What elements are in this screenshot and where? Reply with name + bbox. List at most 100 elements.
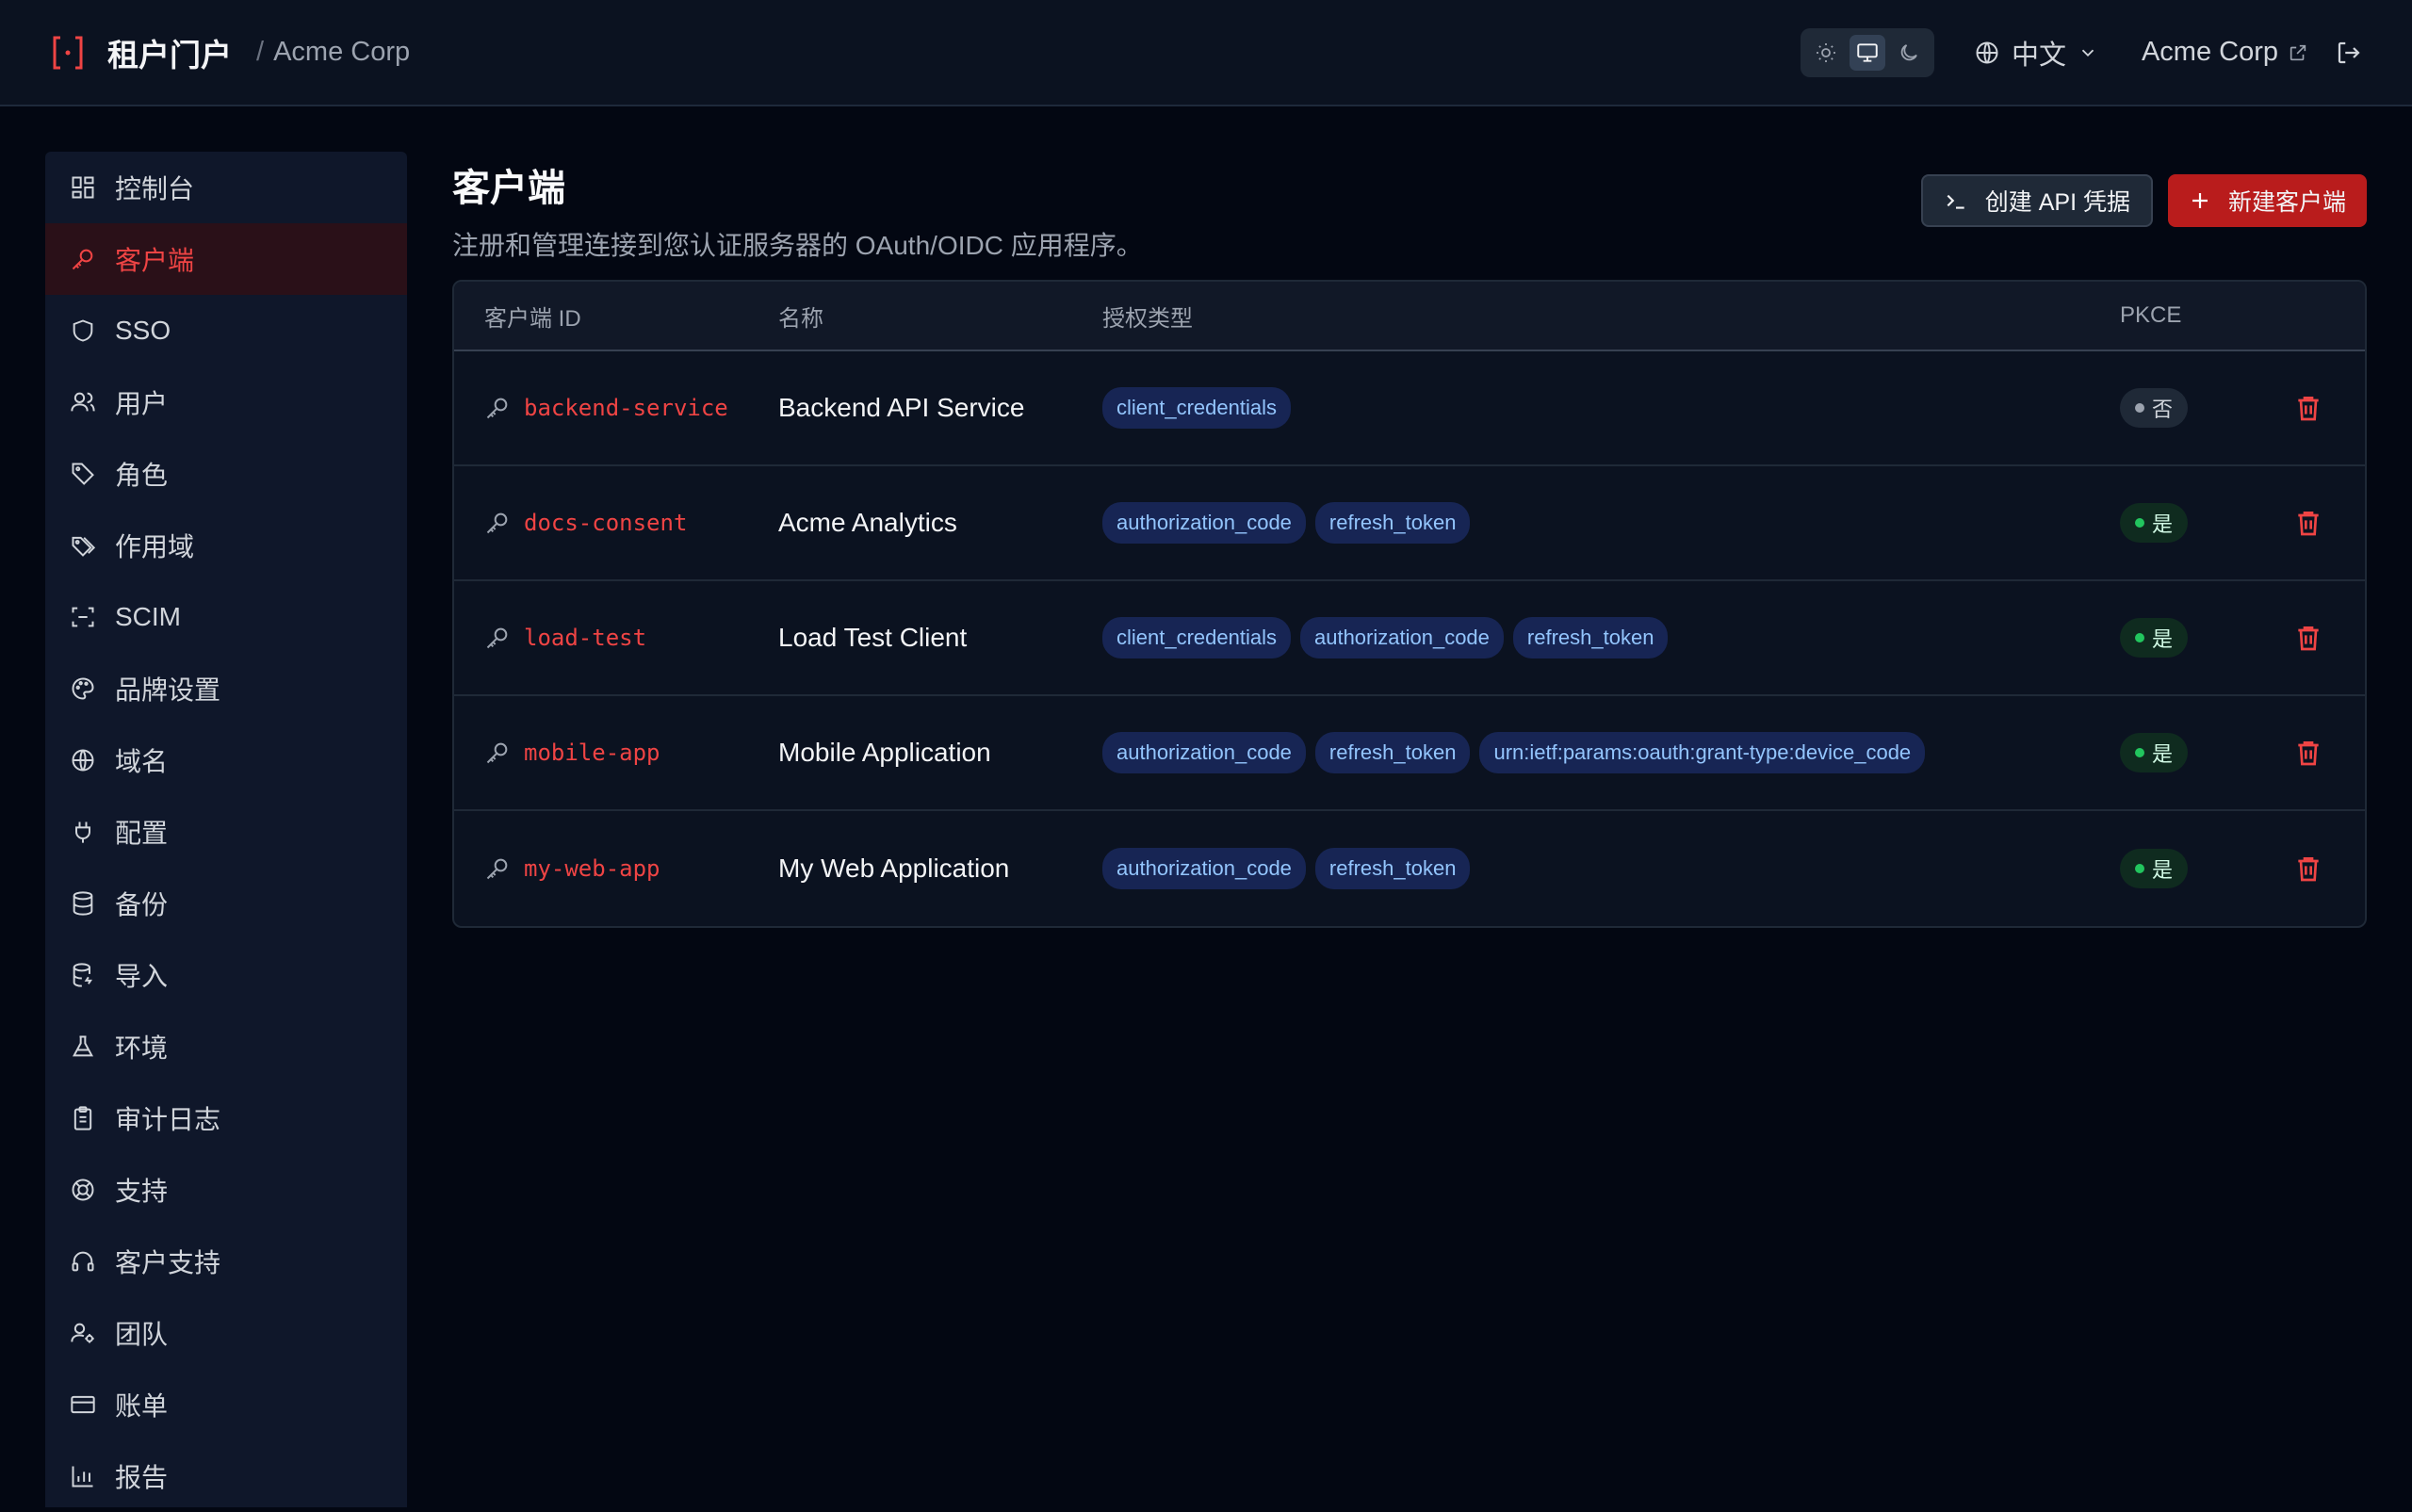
table-row[interactable]: load-test Load Test Client client_creden…	[454, 581, 2365, 696]
key-icon	[486, 742, 508, 764]
light-theme-button[interactable]	[1808, 35, 1844, 71]
grant-type-badge: refresh_token	[1314, 732, 1471, 773]
sidebar-item-label: 备份	[115, 890, 169, 919]
pkce-status-badge: 是	[2120, 618, 2189, 658]
table-row[interactable]: mobile-app Mobile Application authorizat…	[454, 696, 2365, 811]
grant-types: authorization_code refresh_token urn:iet…	[1102, 732, 2120, 773]
sidebar-item-config[interactable]: 配置	[45, 796, 407, 868]
language-select[interactable]: 中文	[1974, 33, 2098, 73]
new-client-button[interactable]: 新建客户端	[2167, 174, 2367, 227]
terminal-icon	[1947, 194, 1964, 209]
create-api-credential-button[interactable]: 创建 API 凭据	[1920, 174, 2153, 227]
trash-icon[interactable]	[2293, 738, 2323, 768]
client-id-link[interactable]: docs-consent	[524, 510, 687, 536]
monitor-icon	[1857, 42, 1878, 62]
table-row[interactable]: backend-service Backend API Service clie…	[454, 351, 2365, 466]
grant-type-badge: urn:ietf:params:oauth:grant-type:device_…	[1479, 732, 1926, 773]
tenant-link-label: Acme Corp	[2141, 37, 2278, 67]
column-header-grants[interactable]: 授权类型	[1102, 300, 2120, 333]
theme-toggle	[1800, 27, 1934, 77]
brand[interactable]: 租户门户 / Acme Corp	[49, 30, 410, 75]
moon-icon	[1900, 43, 1917, 60]
sidebar-item-audit-log[interactable]: 审计日志	[45, 1082, 407, 1154]
column-header-name[interactable]: 名称	[778, 300, 1102, 333]
breadcrumb-separator: /	[256, 37, 265, 67]
sidebar-item-label: 报告	[115, 1463, 169, 1492]
trash-icon[interactable]	[2293, 393, 2323, 423]
sidebar-item-support[interactable]: 支持	[45, 1154, 407, 1226]
new-client-label: 新建客户端	[2227, 189, 2346, 216]
logout-button[interactable]	[2335, 39, 2363, 67]
sidebar-item-sso[interactable]: SSO	[45, 295, 407, 366]
client-id-link[interactable]: load-test	[524, 625, 646, 651]
bracket-logo-icon	[49, 34, 87, 72]
sidebar-item-branding[interactable]: 品牌设置	[45, 653, 407, 724]
sidebar-item-reports[interactable]: 报告	[45, 1440, 407, 1512]
sidebar-item-scim[interactable]: SCIM	[45, 581, 407, 653]
top-header: 租户门户 / Acme Corp 中文 Acme Corp	[0, 0, 2412, 106]
client-id-link[interactable]: backend-service	[524, 395, 728, 421]
globe-icon	[68, 745, 98, 775]
create-api-credential-label: 创建 API 凭据	[1984, 189, 2130, 216]
column-header-id[interactable]: 客户端 ID	[454, 300, 778, 333]
clipboard-icon	[68, 1103, 98, 1133]
grant-type-badge: refresh_token	[1314, 502, 1471, 544]
clients-table: 客户端 ID 名称 授权类型 PKCE backend-service Back…	[452, 280, 2367, 928]
pkce-status-label: 否	[2152, 398, 2174, 421]
sidebar-item-scopes[interactable]: 作用域	[45, 510, 407, 581]
sidebar-item-label: 团队	[115, 1320, 169, 1349]
sidebar-item-roles[interactable]: 角色	[45, 438, 407, 510]
sidebar-item-label: 支持	[115, 1177, 169, 1206]
plus-icon	[2192, 193, 2208, 208]
client-name: Load Test Client	[778, 623, 968, 652]
shield-icon	[68, 316, 98, 346]
sidebar-item-label: 用户	[115, 389, 169, 418]
grant-type-badge: authorization_code	[1299, 617, 1504, 658]
sidebar-item-billing[interactable]: 账单	[45, 1369, 407, 1440]
sidebar-item-domains[interactable]: 域名	[45, 724, 407, 796]
client-name: Mobile Application	[778, 738, 991, 767]
sidebar-item-backup[interactable]: 备份	[45, 868, 407, 939]
trash-icon[interactable]	[2293, 508, 2323, 538]
table-row[interactable]: docs-consent Acme Analytics authorizatio…	[454, 466, 2365, 581]
sidebar-item-team[interactable]: 团队	[45, 1297, 407, 1369]
status-dot	[2135, 864, 2144, 873]
system-theme-button[interactable]	[1849, 34, 1885, 71]
sidebar-item-label: 审计日志	[115, 1105, 221, 1134]
table-header: 客户端 ID 名称 授权类型 PKCE	[454, 282, 2365, 351]
sidebar-item-import[interactable]: 导入	[45, 939, 407, 1011]
sidebar-item-label: 客户端	[115, 246, 195, 275]
table-row[interactable]: my-web-app My Web Application authorizat…	[454, 811, 2365, 926]
plug-icon	[68, 817, 98, 847]
chevron-down-icon	[2081, 49, 2094, 57]
status-dot	[2135, 518, 2144, 528]
headset-icon	[68, 1246, 98, 1276]
column-header-pkce[interactable]: PKCE	[2120, 302, 2252, 329]
sidebar-item-clients[interactable]: 客户端	[45, 223, 407, 295]
status-dot	[2135, 748, 2144, 757]
pkce-status-badge: 否	[2120, 388, 2189, 428]
sidebar-item-label: 域名	[115, 747, 169, 776]
sidebar-item-dashboard[interactable]: 控制台	[45, 152, 407, 223]
grant-type-badge: client_credentials	[1102, 387, 1291, 429]
sidebar-item-label: SSO	[115, 316, 171, 345]
language-label: 中文	[2011, 40, 2066, 71]
trash-icon[interactable]	[2293, 623, 2323, 653]
sidebar-item-label: 配置	[115, 819, 169, 848]
dashboard-icon	[68, 172, 98, 203]
trash-icon[interactable]	[2293, 854, 2323, 884]
sidebar-item-label: 账单	[115, 1391, 169, 1421]
grant-type-badge: refresh_token	[1314, 848, 1471, 889]
client-id-link[interactable]: mobile-app	[524, 740, 660, 766]
scan-icon	[68, 602, 98, 632]
dark-theme-button[interactable]	[1891, 35, 1927, 71]
sidebar-item-customer-support[interactable]: 客户支持	[45, 1226, 407, 1297]
tenant-link[interactable]: Acme Corp	[2142, 37, 2308, 68]
database-icon	[68, 888, 98, 919]
pkce-status-badge: 是	[2120, 849, 2189, 888]
client-id-link[interactable]: my-web-app	[524, 855, 660, 882]
sidebar-item-environment[interactable]: 环境	[45, 1011, 407, 1082]
sidebar-item-users[interactable]: 用户	[45, 366, 407, 438]
pkce-status-label: 是	[2152, 858, 2174, 882]
pkce-status-badge: 是	[2120, 733, 2189, 772]
